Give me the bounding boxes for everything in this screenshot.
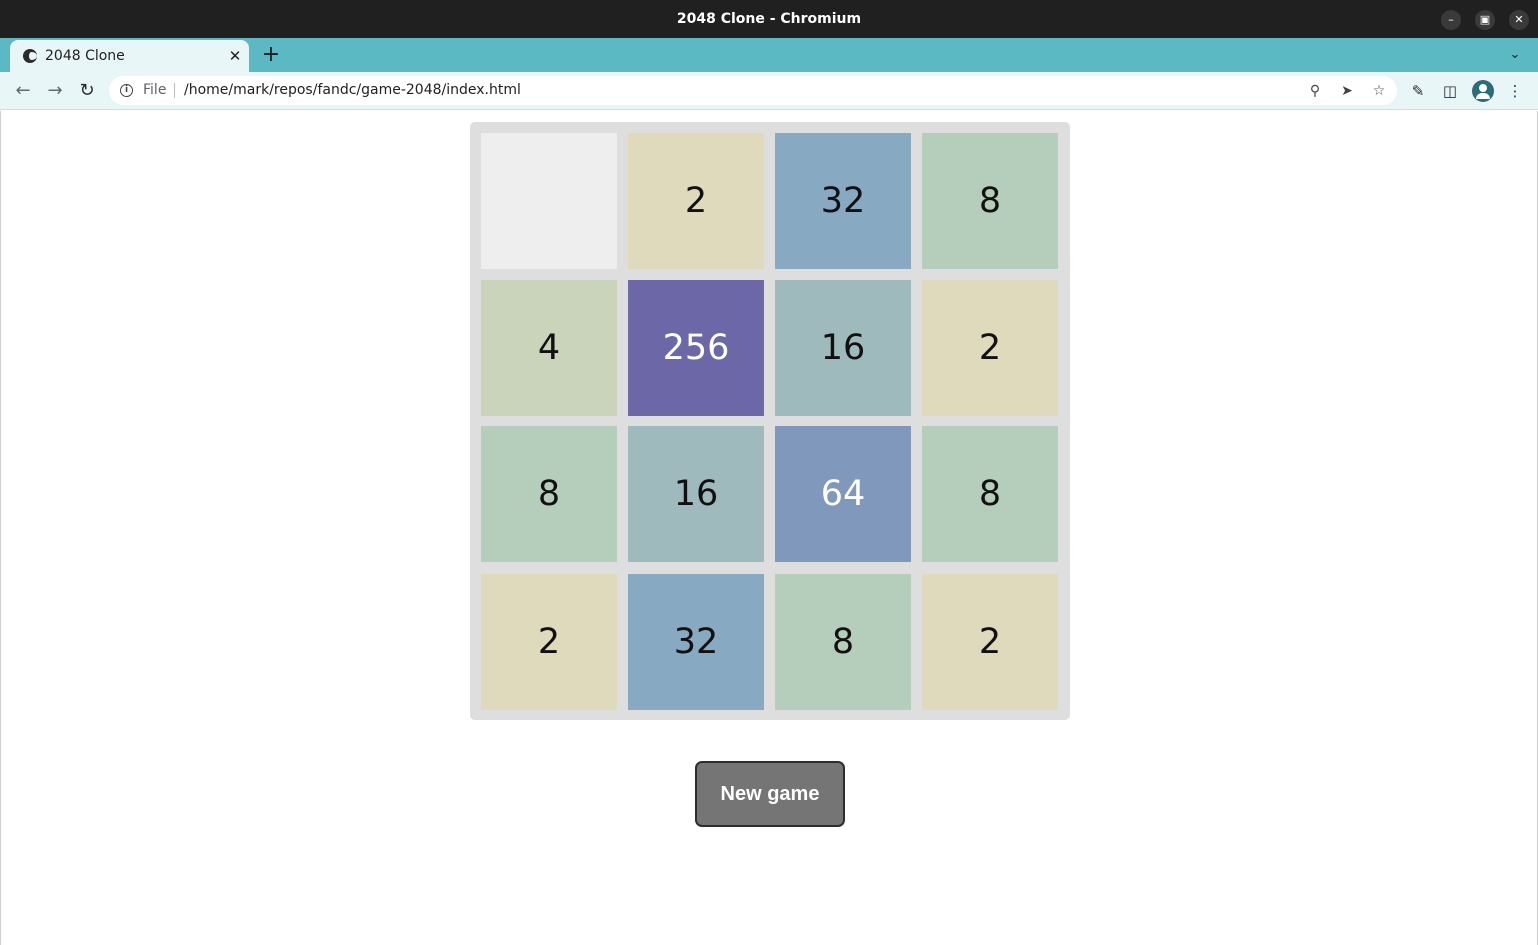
tile-2: 2 <box>628 133 764 269</box>
new-tab-plus-icon[interactable]: + <box>259 43 283 67</box>
side-panel-icon[interactable]: ◫ <box>1438 79 1462 103</box>
page-viewport: 2 32 8 4 256 16 2 8 16 64 8 2 32 8 2 New game <box>0 111 1538 945</box>
tab-title: 2048 Clone <box>45 48 125 64</box>
tab-strip: 2048 Clone ✕ + ⌄ <box>0 38 1538 72</box>
zoom-icon[interactable]: ⚲ <box>1304 80 1326 102</box>
bookmark-star-icon[interactable]: ☆ <box>1368 80 1390 102</box>
url-text[interactable]: /home/mark/repos/fandc/game-2048/index.h… <box>184 76 521 105</box>
tile-16: 16 <box>628 426 764 562</box>
profile-avatar-icon[interactable] <box>1471 79 1495 103</box>
extensions-puzzle-icon[interactable]: ✎ <box>1406 79 1430 103</box>
tile-4: 4 <box>481 280 617 416</box>
globe-icon <box>23 49 37 63</box>
tile-256: 256 <box>628 280 764 416</box>
back-arrow-icon[interactable]: ← <box>11 79 35 103</box>
tile-64: 64 <box>775 426 911 562</box>
tab-search-chevron-icon[interactable]: ⌄ <box>1503 44 1527 66</box>
window-titlebar: 2048 Clone - Chromium – ▣ ✕ <box>0 0 1538 38</box>
minimize-icon[interactable]: – <box>1441 10 1461 30</box>
tile-8: 8 <box>922 426 1058 562</box>
tile-8: 8 <box>775 574 911 710</box>
share-icon[interactable]: ➤ <box>1336 80 1358 102</box>
new-game-button[interactable]: New game <box>695 761 845 827</box>
tile-2: 2 <box>922 280 1058 416</box>
tile-16: 16 <box>775 280 911 416</box>
maximize-icon[interactable]: ▣ <box>1475 10 1495 30</box>
tile-32: 32 <box>775 133 911 269</box>
address-bar[interactable]: i File /home/mark/repos/fandc/game-2048/… <box>109 76 1397 105</box>
site-info-icon[interactable]: i <box>120 84 133 97</box>
window-title: 2048 Clone - Chromium <box>676 11 862 27</box>
close-icon[interactable]: ✕ <box>1509 10 1529 30</box>
tile-32: 32 <box>628 574 764 710</box>
browser-toolbar: ← → ↻ i File /home/mark/repos/fandc/game… <box>0 72 1538 110</box>
empty-tile <box>481 133 617 269</box>
tab-2048-clone[interactable]: 2048 Clone ✕ <box>10 40 249 72</box>
tile-8: 8 <box>481 426 617 562</box>
forward-arrow-icon[interactable]: → <box>43 79 67 103</box>
scheme-separator <box>174 83 175 98</box>
reload-icon[interactable]: ↻ <box>75 79 99 103</box>
kebab-menu-icon[interactable]: ⋮ <box>1503 79 1527 103</box>
game-board: 2 32 8 4 256 16 2 8 16 64 8 2 32 8 2 <box>470 122 1070 720</box>
tab-close-icon[interactable]: ✕ <box>226 47 244 65</box>
tile-2: 2 <box>481 574 617 710</box>
scheme-label: File <box>143 82 167 98</box>
tile-8: 8 <box>922 133 1058 269</box>
tile-2: 2 <box>922 574 1058 710</box>
